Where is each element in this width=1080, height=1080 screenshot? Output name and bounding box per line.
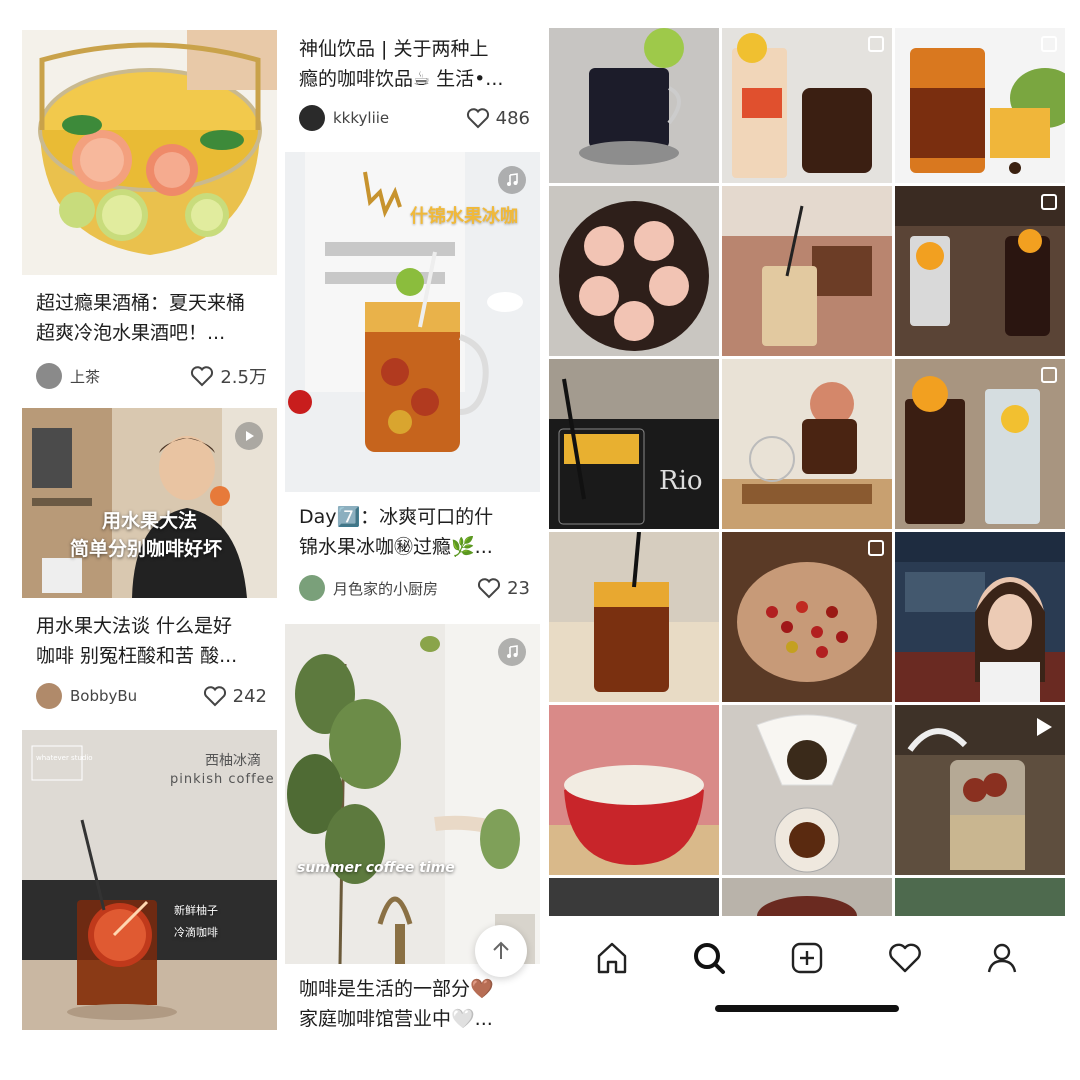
home-icon xyxy=(597,942,626,974)
avatar[interactable] xyxy=(299,575,325,601)
author-name[interactable]: 上茶 xyxy=(70,366,190,387)
grid-photo[interactable] xyxy=(722,532,892,702)
grid-photo[interactable] xyxy=(722,359,892,529)
tab-activity[interactable] xyxy=(881,934,929,982)
multi-photo-icon xyxy=(1041,194,1057,210)
multi-photo-icon xyxy=(868,36,884,52)
video-overlay-subtitle: 简单分别咖啡好坏 xyxy=(70,538,223,560)
overlay-title: 西柚冰滴 xyxy=(205,753,261,769)
grid-photo[interactable] xyxy=(895,705,1065,875)
video-overlay-title: 用水果大法 xyxy=(102,510,198,532)
music-note-icon xyxy=(507,645,518,658)
grid-photo[interactable] xyxy=(549,28,719,183)
multi-photo-icon xyxy=(868,540,884,556)
card-meta: 月色家的小厨房 23 xyxy=(299,574,530,602)
video-badge xyxy=(1031,715,1055,739)
card-title: 超过瘾果酒桶：夏天来桶 超爽冷泡水果酒吧！... xyxy=(36,292,246,344)
grid-photo[interactable] xyxy=(895,532,1065,702)
like-count: 486 xyxy=(495,107,530,129)
card-title: 咖啡是生活的一部分🤎 家庭咖啡馆营业中🤍... xyxy=(299,978,494,1030)
heart-outline-icon xyxy=(203,686,226,707)
add-post-icon xyxy=(791,942,823,974)
grid-photo[interactable] xyxy=(895,186,1065,356)
feed-card-fruit-wine[interactable]: 超过瘾果酒桶：夏天来桶 超爽冷泡水果酒吧！... 上茶 2.5万 xyxy=(22,30,277,400)
feed-card-pinkish-coffee[interactable]: 西柚冰滴 pinkish coffee whatever studio 新鲜柚子… xyxy=(22,730,277,1030)
card-image-jar-coffee: 什锦水果冰咖 xyxy=(285,152,540,492)
tab-home[interactable] xyxy=(588,934,636,982)
multi-photo-icon xyxy=(1041,367,1057,383)
card-image-coffee-man: 用水果大法 简单分别咖啡好坏 xyxy=(22,408,277,598)
like-count: 242 xyxy=(232,685,267,707)
photo-grid-screen: Rio xyxy=(549,28,1065,1028)
svg-text:Rio: Rio xyxy=(659,466,703,496)
like-button[interactable]: 242 xyxy=(203,685,267,707)
card-title: 用水果大法谈 什么是好 咖啡 别冤枉酸和苦 酸... xyxy=(36,615,238,667)
like-button[interactable]: 23 xyxy=(477,577,530,599)
bottom-tab-bar xyxy=(549,916,1065,1000)
music-badge xyxy=(498,638,526,666)
masonry-feed: 超过瘾果酒桶：夏天来桶 超爽冷泡水果酒吧！... 上茶 2.5万 用水果大法 简… xyxy=(22,30,540,1030)
card-image-grapefruit-coffee: 西柚冰滴 pinkish coffee whatever studio 新鲜柚子… xyxy=(22,730,277,1030)
grid-photo[interactable] xyxy=(895,359,1065,529)
grid-photo[interactable]: Rio xyxy=(549,359,719,529)
heart-icon xyxy=(888,943,921,973)
tab-profile[interactable] xyxy=(978,934,1026,982)
overlay-label: 冷滴咖啡 xyxy=(174,926,218,939)
tab-add-post[interactable] xyxy=(783,934,831,982)
like-button[interactable]: 2.5万 xyxy=(190,363,267,389)
author-name[interactable]: BobbyBu xyxy=(70,687,203,705)
feed-card-fruit-iced-coffee[interactable]: 什锦水果冰咖 Day7️⃣：冰爽可口的什 锦水果冰咖㊙过瘾🌿... 月色家的小厨… xyxy=(285,152,540,607)
heart-outline-icon xyxy=(191,366,214,387)
heart-outline-icon xyxy=(478,578,501,599)
grid-photo[interactable] xyxy=(549,532,719,702)
grid-photo[interactable] xyxy=(722,186,892,356)
grid-photo[interactable] xyxy=(549,878,719,916)
card-meta: 上茶 2.5万 xyxy=(36,362,267,390)
scroll-to-top-button[interactable] xyxy=(475,925,527,977)
card-title: Day7️⃣：冰爽可口的什 锦水果冰咖㊙过瘾🌿... xyxy=(299,506,494,558)
grid-photo[interactable] xyxy=(722,878,892,916)
author-name[interactable]: kkkyliie xyxy=(333,109,466,127)
grid-photo[interactable] xyxy=(549,705,719,875)
like-count: 2.5万 xyxy=(220,367,267,388)
grid-photo[interactable] xyxy=(722,28,892,183)
feed-card-fruit-coffee-video[interactable]: 用水果大法 简单分别咖啡好坏 用水果大法谈 什么是好 咖啡 别冤枉酸和苦 酸..… xyxy=(22,408,277,710)
heart-outline-icon xyxy=(466,108,489,129)
overlay-label: 新鲜柚子 xyxy=(174,904,218,917)
feed-card-coffee-drinks[interactable]: 神仙饮品 | 关于两种上 瘾的咖啡饮品☕ 生活•... kkkyliie 486 xyxy=(285,30,540,142)
music-badge xyxy=(498,166,526,194)
like-count: 23 xyxy=(507,577,530,599)
play-icon xyxy=(1037,718,1052,736)
tab-search[interactable] xyxy=(685,934,733,982)
photo-grid: Rio xyxy=(549,28,1065,916)
profile-icon xyxy=(987,943,1017,973)
like-button[interactable]: 486 xyxy=(466,107,530,129)
card-image-plant-room: summer coffee time xyxy=(285,624,540,964)
music-note-icon xyxy=(507,173,518,186)
card-meta: kkkyliie 486 xyxy=(299,104,530,132)
author-name[interactable]: 月色家的小厨房 xyxy=(333,578,477,599)
overlay-title: summer coffee time xyxy=(297,860,455,876)
avatar[interactable] xyxy=(36,363,62,389)
grid-photo[interactable] xyxy=(895,28,1065,183)
overlay-subtitle: pinkish coffee xyxy=(170,772,275,787)
card-image-fruit-bowl xyxy=(22,30,277,275)
multi-photo-icon xyxy=(1041,36,1057,52)
avatar[interactable] xyxy=(299,105,325,131)
arrow-up-icon xyxy=(493,941,509,959)
card-title: 神仙饮品 | 关于两种上 瘾的咖啡饮品☕ 生活•... xyxy=(299,38,504,90)
overlay-brand: whatever studio xyxy=(36,754,93,762)
grid-photo[interactable] xyxy=(549,186,719,356)
avatar[interactable] xyxy=(36,683,62,709)
grid-photo[interactable] xyxy=(722,705,892,875)
video-badge xyxy=(235,422,263,450)
grid-photo[interactable] xyxy=(895,878,1065,916)
card-meta: BobbyBu 242 xyxy=(36,682,267,710)
overlay-title: 什锦水果冰咖 xyxy=(410,206,518,227)
home-indicator xyxy=(715,1005,899,1012)
play-icon xyxy=(246,431,254,441)
search-icon xyxy=(694,943,726,974)
